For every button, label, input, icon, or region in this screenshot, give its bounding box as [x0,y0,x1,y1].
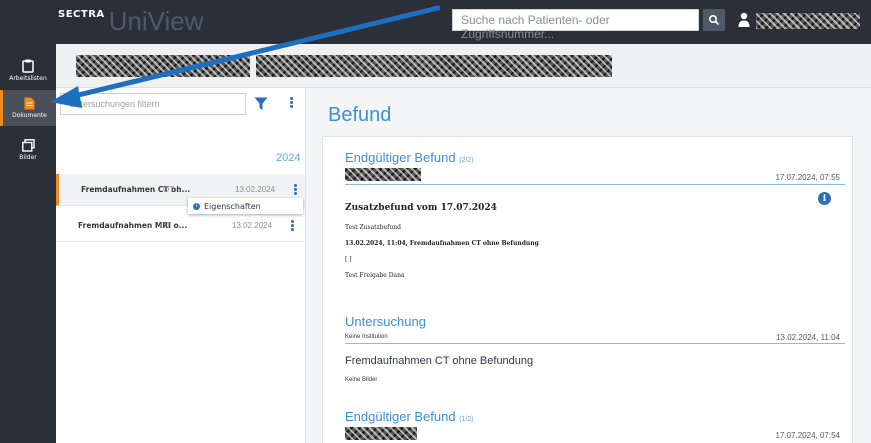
report-line: 13.02.2024, 11:04, Fremdaufnahmen CT ohn… [345,240,539,247]
row-date: 13.02.2024 [232,221,273,230]
info-icon: i [193,202,200,210]
section-heading-examination: Untersuchung [345,314,426,329]
examination-row[interactable]: Fremdaufnahmen MRI o... OT 13.02.2024 [56,210,305,242]
uniview-app: SECTRA UniView Suche nach Patienten- ode… [0,0,871,443]
user-icon[interactable] [738,11,750,29]
section-divider [345,343,845,344]
search-icon [708,14,720,26]
report-line: [ ] [345,256,352,263]
row-modality: OT [160,221,172,230]
patient-name-redacted [76,55,250,77]
section-divider [345,184,845,185]
rail-item-bilder[interactable]: Bilder [0,132,56,168]
brand-sectra: SECTRA [58,9,105,20]
report-card: Endgültiger Befund (2/2) 17.07.2024, 07:… [322,136,853,443]
row-modality: OT [163,185,175,194]
images-icon [21,139,35,152]
filter-icon[interactable] [254,97,268,111]
document-icon [24,97,35,110]
left-navigation-rail: Arbeitslisten Dokumente Bilder [0,44,56,443]
search-input[interactable]: Suche nach Patienten- oder Zugriffsnumme… [452,9,699,41]
row-options-kebab-icon[interactable] [291,219,295,232]
patient-details-redacted [256,55,612,77]
author-redacted [345,427,417,440]
examination-list-panel: Untersuchungen filtern 2024 Fremdaufnahm… [56,88,306,443]
filter-examinations-input[interactable]: Untersuchungen filtern [60,93,246,115]
section-timestamp: 17.07.2024, 07:55 [775,173,840,182]
institution: Keine Institution [345,334,388,340]
section-heading-text: Endgültiger Befund [345,409,456,424]
section-timestamp: 17.07.2024, 07:54 [775,431,840,440]
images-status: Keine Bilder [345,377,378,383]
patient-header [56,44,871,88]
row-date: 13.02.2024 [235,185,276,194]
rail-label-dokumente: Dokumente [12,112,47,119]
context-menu-item-label: Eigenschaften [204,201,261,211]
context-menu-eigenschaften[interactable]: i Eigenschaften [188,198,303,214]
user-name-redacted [756,13,860,29]
examination-name: Fremdaufnahmen CT ohne Befundung [345,355,534,367]
rail-label-bilder: Bilder [19,154,37,161]
section-count: (2/2) [459,157,474,164]
clipboard-icon [22,59,34,73]
document-viewer: Befund Endgültiger Befund (2/2) 17.07.20… [306,88,871,443]
row-options-kebab-icon[interactable] [294,183,298,196]
section-timestamp: 13.02.2024, 11:04 [776,333,840,342]
search-button[interactable] [703,9,725,31]
report-title: Zusatzbefund vom 17.07.2024 [345,203,497,213]
info-icon[interactable]: i [818,192,831,205]
rail-label-arbeitslisten: Arbeitslisten [9,74,47,82]
author-redacted [345,168,421,181]
page-title: Befund [328,104,392,126]
rail-item-dokumente[interactable]: Dokumente [0,90,56,126]
list-options-kebab-icon[interactable] [290,96,294,109]
section-heading-final-report: Endgültiger Befund (2/2) [345,150,474,165]
section-heading-final-report: Endgültiger Befund (1/2) [345,409,474,424]
rail-item-arbeitslisten[interactable]: Arbeitslisten [0,52,56,88]
section-count: (1/2) [459,416,474,423]
section-heading-text: Endgültiger Befund [345,150,456,165]
brand-product: UniView [108,6,204,36]
report-line: Test Zusatzbefund [345,224,401,231]
brand-logo: SECTRA UniView [58,6,204,38]
year-group-header: 2024 [276,152,301,164]
top-bar: SECTRA UniView Suche nach Patienten- ode… [0,0,871,44]
report-line: Test Freigabe Dana [345,272,405,279]
